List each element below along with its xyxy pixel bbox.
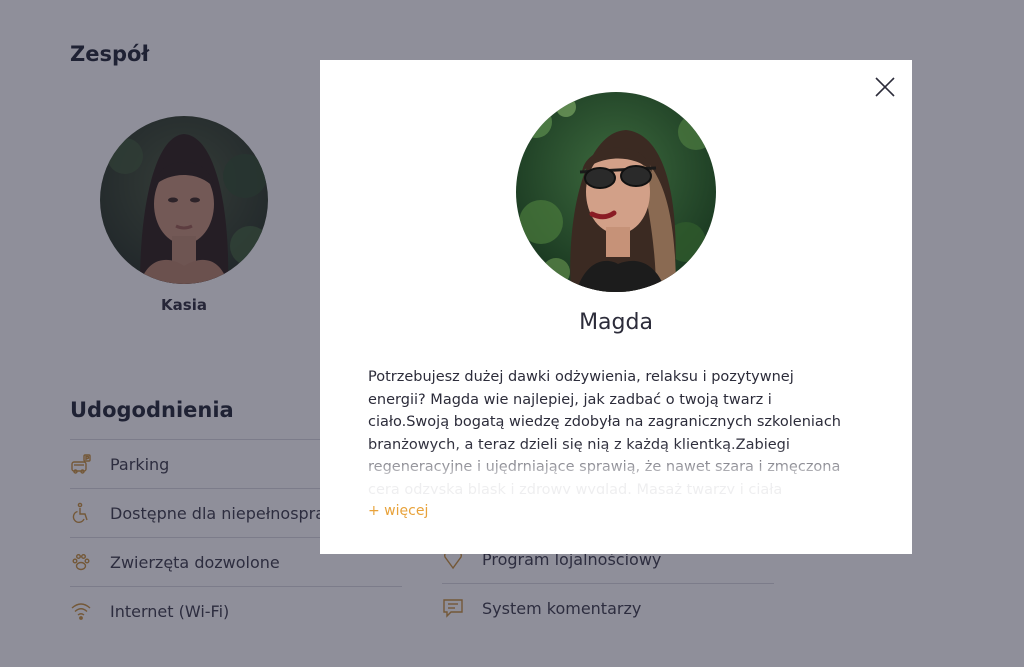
bio-fade [368,444,846,494]
modal-member-name: Magda [579,310,653,335]
close-icon[interactable] [874,76,896,98]
team-member-modal: Magda Potrzebujesz dużej dawki odżywieni… [320,60,912,554]
modal-bio-container: Potrzebujesz dużej dawki odżywienia, rel… [368,366,846,494]
more-link[interactable]: + więcej [368,503,428,519]
modal-avatar [516,92,716,292]
